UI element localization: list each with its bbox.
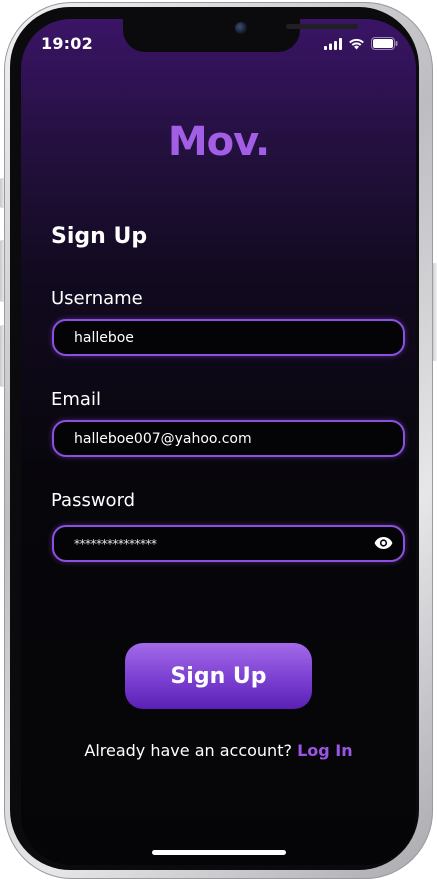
password-value: ***************	[74, 536, 157, 551]
cellular-signal-icon	[324, 35, 342, 54]
battery-icon	[371, 35, 398, 54]
status-icons	[324, 35, 398, 54]
username-value: halleboe	[74, 329, 134, 346]
home-indicator[interactable]	[152, 850, 286, 855]
username-field[interactable]: halleboe	[52, 319, 405, 356]
status-time: 19:02	[41, 34, 93, 53]
front-camera	[235, 22, 247, 34]
password-label: Password	[51, 490, 136, 511]
login-prompt: Already have an account? Log In	[21, 741, 416, 760]
log-in-link[interactable]: Log In	[297, 741, 353, 760]
email-value: halleboe007@yahoo.com	[74, 430, 252, 447]
username-label: Username	[51, 288, 143, 309]
email-field[interactable]: halleboe007@yahoo.com	[52, 420, 405, 457]
sign-up-button[interactable]: Sign Up	[125, 643, 312, 709]
password-field[interactable]: ***************	[52, 525, 405, 562]
login-prompt-text: Already have an account?	[84, 741, 292, 760]
app-logo: Mov.	[167, 119, 270, 165]
eye-icon[interactable]	[374, 535, 393, 554]
email-label: Email	[51, 389, 101, 410]
phone-frame: 19:02 Mov. Sign Up Username halleboe Ema…	[0, 0, 437, 882]
page-title: Sign Up	[51, 224, 148, 249]
notch	[123, 19, 358, 52]
wifi-icon	[348, 35, 365, 54]
speaker-grille	[286, 24, 358, 29]
screen: 19:02 Mov. Sign Up Username halleboe Ema…	[21, 19, 416, 865]
